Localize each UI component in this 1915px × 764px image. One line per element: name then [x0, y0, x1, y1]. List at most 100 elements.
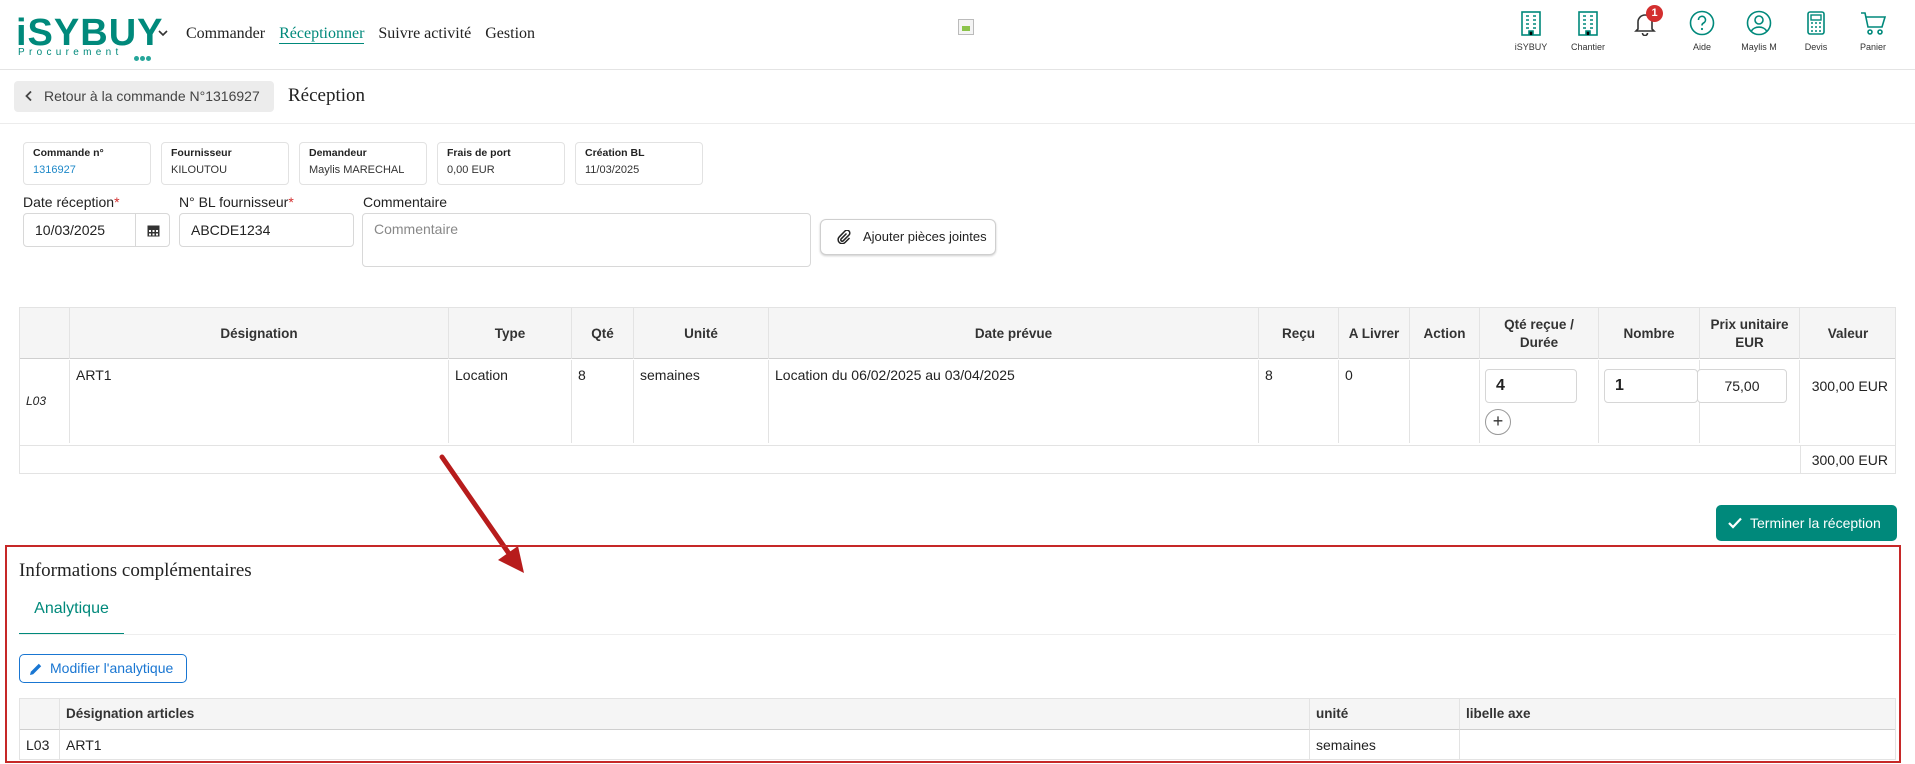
header-chantier-button[interactable]: Chantier	[1560, 10, 1616, 52]
total-row: 300,00 EUR	[20, 445, 1895, 474]
back-button-label: Retour à la commande N°1316927	[44, 88, 260, 104]
calendar-button[interactable]	[135, 213, 170, 247]
finish-reception-button[interactable]: Terminer la réception	[1716, 505, 1897, 541]
th-designation: Désignation	[70, 308, 449, 359]
header-user-button[interactable]: Maylis M	[1731, 10, 1787, 52]
building-icon	[1521, 11, 1541, 36]
reception-table: Désignation Type Qté Unité Date prévue R…	[19, 307, 1896, 474]
th-count: Nombre	[1599, 308, 1700, 359]
info-label: Création BL	[585, 147, 645, 159]
info-card-bl-creation: Création BL 11/03/2025	[575, 142, 703, 185]
add-attachments-button[interactable]: Ajouter pièces jointes	[820, 219, 996, 255]
calendar-icon	[147, 225, 159, 236]
date-reception-label: Date réception*	[23, 194, 120, 210]
row-planned-date: Location du 06/02/2025 au 03/04/2025	[769, 360, 1259, 443]
section-title: Informations complémentaires	[19, 560, 252, 581]
header-icon-label: Devis	[1804, 42, 1828, 52]
info-label: Frais de port	[447, 147, 511, 159]
count-input[interactable]: 1	[1604, 369, 1698, 403]
tab-divider	[19, 634, 1896, 635]
isybuy-logo[interactable]: iSYBUY Procurement	[16, 14, 162, 61]
unit-price-input[interactable]: 75,00	[1697, 369, 1787, 403]
header-isybuy-button[interactable]: iSYBUY	[1503, 10, 1559, 52]
th-unit: Unité	[634, 308, 769, 359]
cart-icon	[1861, 12, 1887, 35]
row-value: 300,00 EUR	[1811, 378, 1888, 394]
header-icon-label: Panier	[1859, 42, 1886, 52]
info-value: KILOUTOU	[171, 164, 228, 176]
comment-textarea[interactable]: Commentaire	[362, 213, 811, 267]
header-icon-label: Maylis M	[1741, 42, 1777, 52]
tab-analytique[interactable]: Analytique	[19, 597, 124, 635]
logo-subtitle: Procurement	[18, 47, 123, 58]
chevron-left-icon	[25, 91, 32, 101]
calculator-icon	[1807, 11, 1825, 35]
info-value: Maylis MARECHAL	[309, 164, 405, 176]
header-icon-label: iSYBUY	[1514, 42, 1548, 52]
back-to-order-button[interactable]: Retour à la commande N°1316927	[14, 81, 274, 112]
row-designation: ART1	[60, 730, 1310, 760]
row-received: 8	[1259, 360, 1339, 443]
th-axis-label: libelle axe	[1460, 699, 1895, 730]
bl-number-input[interactable]: ABCDE1234	[179, 213, 354, 247]
info-card-order: Commande n° 1316927	[23, 142, 151, 185]
th-unit: unité	[1310, 699, 1460, 730]
user-icon	[1746, 10, 1772, 36]
comment-label: Commentaire	[363, 194, 448, 210]
th-unit-price: Prix unitaire EUR	[1700, 308, 1800, 359]
logo-dots	[134, 49, 152, 64]
info-card-supplier: Fournisseur KILOUTOU	[161, 142, 289, 185]
info-card-shipping: Frais de port 0,00 EUR	[437, 142, 565, 185]
qty-received-input[interactable]: 4	[1485, 369, 1577, 403]
info-label: Fournisseur	[171, 147, 232, 159]
nav-receptionner[interactable]: Réceptionner	[279, 25, 365, 44]
th-qty-received: Qté reçue / Durée	[1480, 308, 1599, 359]
th-value: Valeur	[1827, 325, 1869, 341]
th-to-deliver: A Livrer	[1339, 308, 1410, 359]
th-planned-date: Date prévue	[769, 308, 1259, 359]
edit-analytics-button[interactable]: Modifier l'analytique	[19, 654, 187, 683]
th-received: Reçu	[1259, 308, 1339, 359]
building-icon	[1578, 11, 1598, 36]
header-icon-label: Chantier	[1570, 42, 1606, 52]
notification-count-badge: 1	[1646, 5, 1663, 22]
edit-analytics-label: Modifier l'analytique	[50, 660, 174, 676]
th-action: Action	[1410, 308, 1480, 359]
row-unit: semaines	[634, 360, 769, 443]
header-aide-button[interactable]: Aide	[1674, 10, 1730, 52]
row-to-deliver: 0	[1339, 360, 1410, 443]
info-value: 0,00 EUR	[447, 164, 495, 176]
th-article-designation: Désignation articles	[60, 699, 1310, 730]
add-attachments-label: Ajouter pièces jointes	[863, 229, 987, 244]
nav-suivre-activite[interactable]: Suivre activité	[378, 25, 471, 44]
nav-gestion[interactable]: Gestion	[485, 25, 535, 44]
paperclip-icon	[837, 230, 851, 244]
help-icon	[1689, 10, 1715, 36]
total-value: 300,00 EUR	[1800, 446, 1896, 474]
main-nav: Commander Réceptionner Suivre activité G…	[186, 25, 535, 44]
info-value: 11/03/2025	[585, 164, 640, 176]
header-icon-label: Aide	[1692, 42, 1711, 52]
th-type: Type	[449, 308, 572, 359]
divider	[0, 123, 1915, 124]
info-label: Demandeur	[309, 147, 367, 159]
row-axis-label	[1460, 730, 1895, 760]
chevron-down-icon[interactable]	[158, 28, 168, 38]
finish-reception-label: Terminer la réception	[1750, 515, 1881, 531]
header-notifications-button[interactable]: 1	[1617, 5, 1673, 36]
bl-number-label: N° BL fournisseur*	[179, 194, 294, 210]
row-designation: ART1	[70, 360, 449, 443]
analytics-table: Désignation articles unité libelle axe L…	[19, 698, 1896, 760]
header-panier-button[interactable]: Panier	[1845, 10, 1901, 52]
add-line-button[interactable]: +	[1485, 409, 1511, 435]
page-title: Réception	[288, 85, 366, 106]
order-number-link[interactable]: 1316927	[33, 164, 141, 176]
info-card-requester: Demandeur Maylis MARECHAL	[299, 142, 427, 185]
table-header: Désignation Type Qté Unité Date prévue R…	[20, 308, 1895, 359]
header-devis-button[interactable]: Devis	[1788, 10, 1844, 52]
top-navigation-bar: iSYBUY Procurement Commander Réceptionne…	[0, 0, 1915, 70]
nav-commander[interactable]: Commander	[186, 25, 265, 44]
row-unit: semaines	[1310, 730, 1460, 760]
row-type: Location	[449, 360, 572, 443]
info-label: Commande n°	[33, 147, 104, 159]
